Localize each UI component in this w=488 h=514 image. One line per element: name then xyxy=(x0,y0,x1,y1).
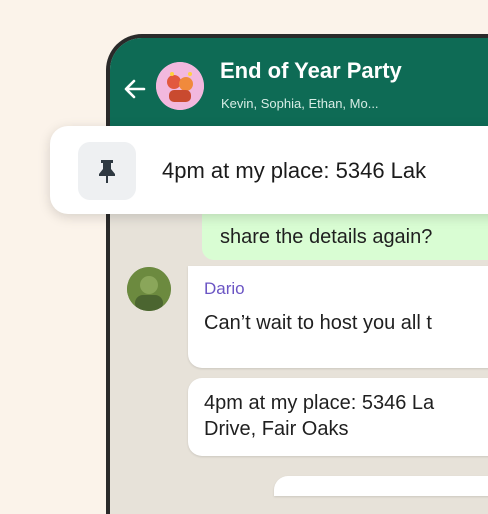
sender-name: Dario xyxy=(204,279,245,298)
outgoing-message[interactable]: share the details again? xyxy=(202,214,488,260)
group-avatar[interactable] xyxy=(156,62,204,110)
pin-button[interactable] xyxy=(78,142,136,200)
pinned-message-text: 4pm at my place: 5346 Lak xyxy=(162,158,427,183)
pinned-message-banner[interactable]: 4pm at my place: 5346 Lak xyxy=(50,126,488,214)
back-arrow-icon[interactable] xyxy=(122,76,148,102)
phone-frame: End of Year Party Kevin, Sophia, Ethan, … xyxy=(106,34,488,514)
chat-screen: End of Year Party Kevin, Sophia, Ethan, … xyxy=(110,38,488,514)
incoming-message[interactable] xyxy=(274,476,488,496)
chat-members[interactable]: Kevin, Sophia, Ethan, Mo... xyxy=(221,96,379,111)
message-line: 4pm at my place: 5346 La xyxy=(204,392,435,414)
pin-icon xyxy=(99,160,115,183)
chat-title[interactable]: End of Year Party xyxy=(220,58,402,84)
message-text: share the details again? xyxy=(220,226,433,248)
message-text: Can’t wait to host you all t xyxy=(204,312,432,334)
sender-avatar[interactable] xyxy=(127,267,171,311)
incoming-message[interactable]: 4pm at my place: 5346 La Drive, Fair Oak… xyxy=(188,378,488,456)
incoming-message[interactable]: Dario Can’t wait to host you all t xyxy=(188,266,488,368)
chat-header: End of Year Party Kevin, Sophia, Ethan, … xyxy=(110,38,488,130)
message-line: Drive, Fair Oaks xyxy=(204,418,349,440)
message-text: 4pm at my place: 5346 La Drive, Fair Oak… xyxy=(204,390,434,442)
